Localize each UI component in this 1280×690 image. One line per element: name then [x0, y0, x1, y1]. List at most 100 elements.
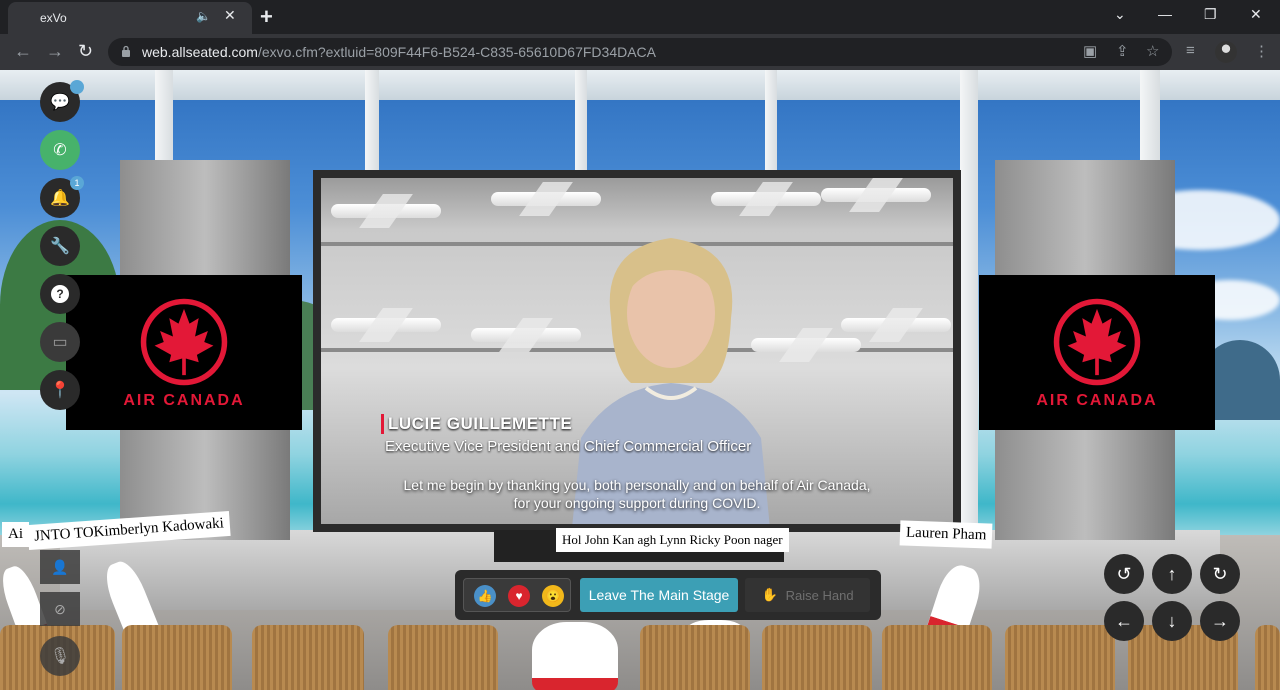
chat-button[interactable]: 💬 [40, 80, 84, 122]
hand-icon: ✋ [761, 587, 778, 602]
laptop-icon: ▭ [52, 334, 68, 351]
model-plane [491, 192, 601, 206]
leave-main-stage-button[interactable]: Leave The Main Stage [580, 578, 738, 612]
notifications-button[interactable]: 🔔 1 [40, 176, 84, 218]
url-host: web.allseated.com [142, 44, 258, 60]
right-logo-panel: AIR CANADA [979, 275, 1215, 430]
model-plane [821, 188, 931, 202]
thumbs-up-button[interactable]: 👍 [474, 585, 496, 607]
arrow-down-icon: ↓ [1167, 610, 1177, 631]
chair [640, 625, 750, 690]
help-button[interactable]: ? [40, 274, 80, 314]
speaker-name: LUCIE GUILLEMETTE [381, 414, 751, 434]
attendee-avatar-self[interactable] [532, 622, 618, 690]
phone-icon: ✆ [53, 142, 67, 159]
logo-text: AIR CANADA [123, 391, 245, 409]
maple-leaf-icon [1053, 298, 1141, 385]
star-icon[interactable]: ☆ [1146, 42, 1159, 60]
maple-leaf-icon [140, 298, 228, 385]
ceiling [0, 70, 1280, 100]
close-window-icon[interactable]: ✕ [1250, 6, 1262, 23]
move-back-button[interactable]: ↓ [1152, 601, 1192, 641]
heart-button[interactable]: ♥ [508, 585, 530, 607]
settings-button[interactable]: 🔧 [40, 226, 80, 266]
rotate-right-icon: ↻ [1212, 563, 1228, 584]
new-tab-button[interactable]: + [260, 4, 273, 30]
caption-line: Let me begin by thanking you, both perso… [403, 477, 871, 493]
caption-line: for your ongoing support during COVID. [513, 495, 761, 511]
chat-bubble-icon: 💬 [50, 94, 70, 111]
attendee-nametag[interactable]: Lauren Pham [899, 520, 993, 549]
call-button[interactable]: ✆ [40, 130, 80, 170]
chair [1255, 625, 1280, 690]
back-icon[interactable]: ← [14, 41, 32, 62]
rotate-left-button[interactable]: ↺ [1104, 554, 1144, 594]
chair [762, 625, 872, 690]
media-queue-icon[interactable]: ≡ [1186, 42, 1195, 59]
menu-icon[interactable]: ⋮ [1254, 42, 1269, 60]
speaker-lower-third: LUCIE GUILLEMETTE Executive Vice Preside… [381, 414, 751, 455]
user-video-icon: 👤 [51, 558, 69, 575]
main-screen[interactable]: LUCIE GUILLEMETTE Executive Vice Preside… [313, 170, 961, 532]
wrench-icon: 🔧 [50, 238, 70, 255]
model-plane [331, 204, 441, 218]
browser-toolbar: ← → ↻ web.allseated.com/exvo.cfm?extluid… [0, 34, 1280, 70]
screen-share-button[interactable]: ▭ [40, 322, 80, 362]
address-bar[interactable]: web.allseated.com/exvo.cfm?extluid=809F4… [108, 38, 1172, 66]
camera-icon[interactable]: ▣ [1083, 42, 1097, 60]
wow-button[interactable]: 😮 [542, 585, 564, 607]
location-button[interactable]: 📍 [40, 370, 80, 410]
tab-search-icon[interactable]: ⌄ [1114, 6, 1126, 23]
thumbs-up-icon: 👍 [477, 589, 493, 603]
rotate-right-button[interactable]: ↻ [1200, 554, 1240, 594]
move-forward-button[interactable]: ↑ [1152, 554, 1192, 594]
restore-icon[interactable]: ❐ [1204, 6, 1217, 23]
window-frame [960, 70, 978, 540]
url-path: /exvo.cfm?extluid=809F44F6-B524-C835-656… [257, 44, 657, 60]
minimize-icon[interactable]: — [1158, 6, 1172, 22]
tab-strip: exVo 🔈 ✕ + ⌄ — ❐ ✕ [0, 0, 1280, 34]
lock-icon [122, 45, 130, 57]
tab-title: exVo [40, 11, 67, 25]
reaction-group: 👍 ♥ 😮 [463, 578, 571, 612]
tab-exvo[interactable]: exVo [8, 2, 252, 34]
arrow-up-icon: ↑ [1167, 563, 1177, 584]
camera-off-icon: ⊘ [54, 600, 66, 617]
profile-avatar[interactable] [1215, 41, 1237, 63]
video-preview-button[interactable]: 👤 [40, 550, 80, 584]
heart-icon: ♥ [515, 589, 523, 603]
mic-off-button[interactable]: 🎙 [40, 636, 80, 676]
question-icon: ? [51, 285, 69, 303]
rotate-left-icon: ↺ [1116, 563, 1132, 584]
model-plane [711, 192, 821, 206]
raise-hand-label: Raise Hand [785, 587, 854, 603]
wow-face-icon: 😮 [545, 589, 561, 603]
chair [388, 625, 498, 690]
move-right-button[interactable]: → [1200, 601, 1240, 641]
arrow-right-icon: → [1211, 610, 1229, 631]
share-icon[interactable]: ⇪ [1116, 42, 1129, 60]
browser-chrome: exVo 🔈 ✕ + ⌄ — ❐ ✕ ← → ↻ web.allseated.c… [0, 0, 1280, 70]
attendee-nametag[interactable]: Ai [2, 522, 29, 547]
speaker-video[interactable]: LUCIE GUILLEMETTE Executive Vice Preside… [321, 178, 953, 524]
raise-hand-button[interactable]: ✋ Raise Hand [745, 578, 870, 612]
model-plane [331, 318, 441, 332]
move-left-button[interactable]: ← [1104, 601, 1144, 641]
close-tab-icon[interactable]: ✕ [224, 7, 236, 24]
chair [252, 625, 364, 690]
forward-icon[interactable]: → [46, 41, 64, 62]
speaker-icon[interactable]: 🔈 [196, 9, 211, 23]
attendee-nametag[interactable]: Hol John Kan agh Lynn Ricky Poon nager [556, 528, 789, 552]
chat-badge [70, 80, 84, 94]
mic-off-icon: 🎙 [49, 648, 71, 665]
chair [122, 625, 232, 690]
bell-icon: 🔔 [50, 190, 70, 207]
chair [882, 625, 992, 690]
reload-icon[interactable]: ↻ [78, 41, 93, 62]
camera-off-button[interactable]: ⊘ [40, 592, 80, 626]
notifications-badge: 1 [70, 176, 84, 190]
logo-text: AIR CANADA [1036, 391, 1158, 409]
arrow-left-icon: ← [1115, 610, 1133, 631]
map-pin-icon: 📍 [50, 382, 70, 399]
reaction-toolbar: 👍 ♥ 😮 Leave The Main Stage ✋ Raise Hand [455, 570, 881, 620]
